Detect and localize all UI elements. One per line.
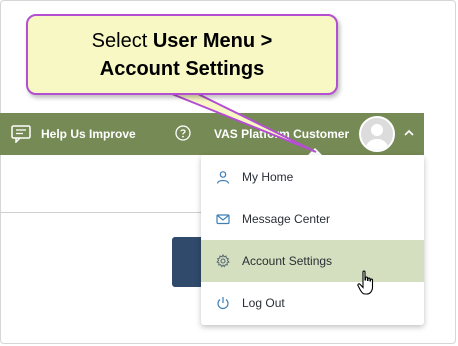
person-icon <box>216 171 230 184</box>
user-silhouette-icon <box>366 124 388 150</box>
callout-prefix: Select <box>91 30 153 52</box>
help-us-improve-link[interactable]: Help Us Improve <box>11 113 136 155</box>
menu-item-my-home[interactable]: My Home <box>201 156 424 198</box>
hand-cursor-icon <box>357 270 374 295</box>
user-menu-name[interactable]: VAS Platform Customer <box>214 113 349 155</box>
menu-item-message-center[interactable]: Message Center <box>201 198 424 240</box>
chevron-up-icon[interactable] <box>403 128 415 138</box>
menu-item-label: Message Center <box>242 212 331 226</box>
power-icon <box>217 297 229 310</box>
envelope-icon <box>216 214 230 225</box>
feedback-icon <box>11 125 31 143</box>
user-menu-dropdown: My Home Message Center Account Settings … <box>201 155 424 325</box>
callout-line-1: Select User Menu > <box>28 27 336 55</box>
instruction-callout: Select User Menu > Account Settings <box>26 14 338 95</box>
avatar[interactable] <box>359 116 395 152</box>
menu-item-label: Log Out <box>242 296 285 310</box>
callout-bold-1: User Menu > <box>152 30 273 52</box>
callout-line-2: Account Settings <box>99 58 265 80</box>
question-circle-icon[interactable] <box>175 125 191 141</box>
menu-item-log-out[interactable]: Log Out <box>201 282 424 324</box>
menu-caret <box>308 148 322 155</box>
page-divider <box>0 212 206 213</box>
gear-icon <box>216 254 230 268</box>
menu-item-account-settings[interactable]: Account Settings <box>201 240 424 282</box>
menu-item-label: Account Settings <box>242 254 333 268</box>
help-us-improve-label: Help Us Improve <box>41 127 136 141</box>
menu-item-label: My Home <box>242 170 294 184</box>
